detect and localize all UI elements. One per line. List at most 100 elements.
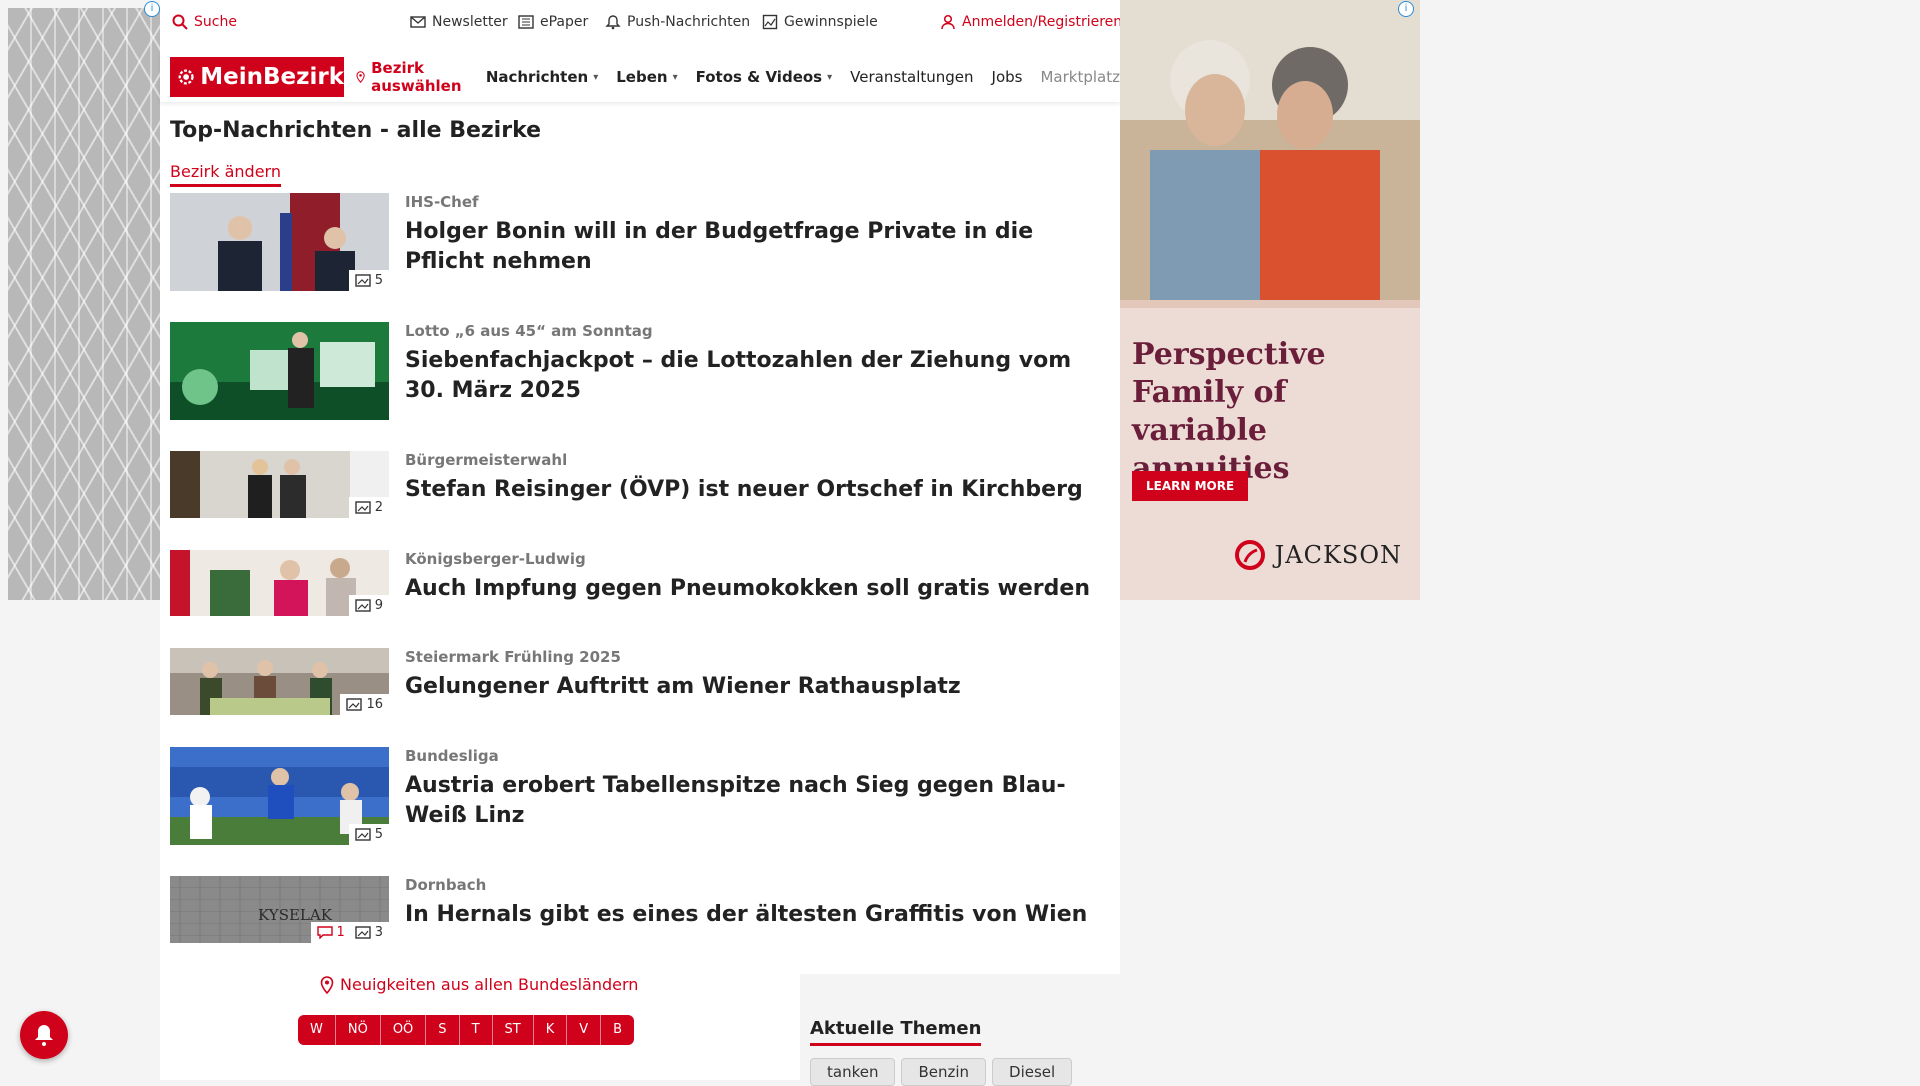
nav-item-nachrichten[interactable]: Nachrichten ▾ — [486, 68, 598, 86]
article-headline[interactable]: Siebenfachjackpot – die Lottozahlen der … — [405, 346, 1110, 406]
chevron-down-icon: ▾ — [827, 71, 833, 83]
article-text: Bundesliga Austria erobert Tabellenspitz… — [405, 747, 1110, 831]
comment-count-group: 1 — [317, 925, 345, 940]
left-skyscraper-ad[interactable] — [8, 8, 160, 600]
article-kicker: Bundesliga — [405, 747, 499, 765]
state-button-b[interactable]: B — [601, 1015, 635, 1045]
article-item[interactable]: 5 Bundesliga Austria erobert Tabellenspi… — [170, 747, 1110, 845]
chevron-down-icon: ▾ — [672, 71, 678, 83]
count-badge: 1 3 — [311, 922, 389, 943]
state-button-noe[interactable]: NÖ — [335, 1015, 381, 1045]
topic-tag[interactable]: tanken — [810, 1058, 896, 1086]
push-label: Push-Nachrichten — [627, 14, 751, 30]
article-text: Königsberger-Ludwig Auch Impfung gegen P… — [405, 550, 1110, 604]
epaper-link[interactable]: ePaper — [518, 14, 588, 30]
search-label: Suche — [194, 14, 237, 30]
state-button-v[interactable]: V — [567, 1015, 602, 1045]
jackson-logo-icon — [1234, 540, 1265, 570]
photo-count-badge: 9 — [348, 595, 389, 616]
ad-learn-more-button[interactable]: LEARN MORE — [1132, 471, 1249, 501]
nav-item-fotos-videos[interactable]: Fotos & Videos ▾ — [696, 68, 833, 86]
gallery-icon — [355, 501, 371, 514]
state-button-ooe[interactable]: OÖ — [380, 1015, 427, 1045]
topic-tag[interactable]: Diesel — [992, 1058, 1073, 1086]
current-topics-panel: Aktuelle Themen tanken Benzin Diesel — [800, 974, 1120, 1086]
article-headline[interactable]: Holger Bonin will in der Budgetfrage Pri… — [405, 217, 1110, 277]
article-text: Bürgermeisterwahl Stefan Reisinger (ÖVP)… — [405, 451, 1110, 505]
photo-count: 3 — [374, 925, 383, 940]
article-thumbnail[interactable] — [170, 322, 389, 420]
state-button-k[interactable]: K — [533, 1015, 568, 1045]
search-icon — [172, 14, 188, 30]
photo-count: 16 — [366, 697, 383, 712]
comment-count: 1 — [336, 925, 345, 940]
photo-count-badge: 16 — [340, 694, 389, 715]
topic-tags: tanken Benzin Diesel — [810, 1058, 1073, 1086]
article-thumbnail[interactable]: 9 — [170, 550, 389, 616]
article-headline[interactable]: Austria erobert Tabellenspitze nach Sieg… — [405, 771, 1110, 831]
article-item[interactable]: 9 Königsberger-Ludwig Auch Impfung gegen… — [170, 550, 1110, 616]
location-pin-icon — [356, 71, 365, 83]
gallery-icon — [346, 698, 363, 711]
gallery-icon — [355, 828, 371, 841]
games-link[interactable]: Gewinnspiele — [762, 14, 878, 30]
gift-icon — [762, 14, 778, 30]
ad-brand-name: JACKSON — [1274, 541, 1402, 569]
right-display-ad[interactable]: i Perspective Family of variable annuiti… — [1120, 0, 1420, 600]
nav-item-leben[interactable]: Leben ▾ — [616, 68, 677, 86]
state-button-s[interactable]: S — [426, 1015, 460, 1045]
gallery-icon — [355, 599, 371, 612]
search-link[interactable]: Suche — [172, 14, 237, 30]
article-thumbnail[interactable]: 5 — [170, 747, 389, 845]
article-text: IHS-Chef Holger Bonin will in der Budget… — [405, 193, 1110, 277]
nav-item-jobs[interactable]: Jobs — [992, 68, 1023, 86]
article-item[interactable]: 5 IHS-Chef Holger Bonin will in der Budg… — [170, 193, 1110, 291]
article-image — [170, 322, 389, 420]
ad-info-icon[interactable]: i — [144, 1, 160, 17]
article-text: Dornbach In Hernals gibt es eines der äl… — [405, 876, 1110, 930]
photo-count-badge: 2 — [348, 497, 389, 518]
article-item[interactable]: 16 Steiermark Frühling 2025 Gelungener A… — [170, 648, 1110, 715]
topic-tag[interactable]: Benzin — [901, 1058, 987, 1086]
nav-label: Leben — [616, 68, 668, 86]
main-column: Suche Newsletter ePaper Push-Nachrichten… — [160, 0, 1122, 1086]
article-headline[interactable]: Auch Impfung gegen Pneumokokken soll gra… — [405, 574, 1110, 604]
state-button-w[interactable]: W — [298, 1015, 336, 1045]
state-button-t[interactable]: T — [459, 1015, 493, 1045]
push-link[interactable]: Push-Nachrichten — [605, 14, 750, 30]
article-item[interactable]: 2 Bürgermeisterwahl Stefan Reisinger (ÖV… — [170, 451, 1110, 518]
comment-icon — [317, 926, 334, 939]
mail-icon — [410, 16, 426, 28]
article-thumbnail[interactable]: 16 — [170, 648, 389, 715]
article-item[interactable]: KYSELAK 1 3 Dornbach In Hernals gibt es … — [170, 876, 1110, 943]
ad-info-icon[interactable]: i — [1398, 1, 1414, 17]
article-headline[interactable]: Stefan Reisinger (ÖVP) ist neuer Ortsche… — [405, 475, 1110, 505]
nav-item-veranstaltungen[interactable]: Veranstaltungen — [850, 68, 973, 86]
ad-divider — [1120, 300, 1420, 308]
newsletter-label: Newsletter — [432, 14, 508, 30]
login-link[interactable]: Anmelden/Registrieren — [940, 14, 1122, 30]
bell-icon — [605, 15, 621, 30]
article-thumbnail[interactable]: KYSELAK 1 3 — [170, 876, 389, 943]
nav-label: Nachrichten — [485, 68, 589, 86]
logo[interactable]: MeinBezirk — [170, 57, 344, 97]
change-bezirk-link[interactable]: Bezirk ändern — [170, 162, 281, 187]
article-thumbnail[interactable]: 2 — [170, 451, 389, 518]
current-topics-title: Aktuelle Themen — [810, 1018, 982, 1046]
article-headline[interactable]: In Hernals gibt es eines der ältesten Gr… — [405, 900, 1110, 930]
nav-label: Marktplatz — [1040, 68, 1120, 86]
article-headline[interactable]: Gelungener Auftritt am Wiener Rathauspla… — [405, 672, 1110, 702]
photo-count: 5 — [374, 273, 383, 288]
notification-bell-button[interactable] — [20, 1011, 68, 1059]
nav-label: Veranstaltungen — [850, 68, 974, 86]
nav-item-marktplatz[interactable]: Marktplatz — [1040, 68, 1120, 86]
bundeslaender-link[interactable]: Neuigkeiten aus allen Bundesländern — [320, 975, 638, 994]
state-button-st[interactable]: ST — [492, 1015, 534, 1045]
article-thumbnail[interactable]: 5 — [170, 193, 389, 291]
article-kicker: Steiermark Frühling 2025 — [405, 648, 621, 666]
bezirk-select[interactable]: Bezirk auswählen — [356, 59, 468, 95]
gallery-icon — [355, 274, 371, 287]
article-kicker: IHS-Chef — [405, 193, 479, 211]
article-item[interactable]: Lotto „6 aus 45“ am Sonntag Siebenfachja… — [170, 322, 1110, 420]
newsletter-link[interactable]: Newsletter — [410, 14, 508, 30]
